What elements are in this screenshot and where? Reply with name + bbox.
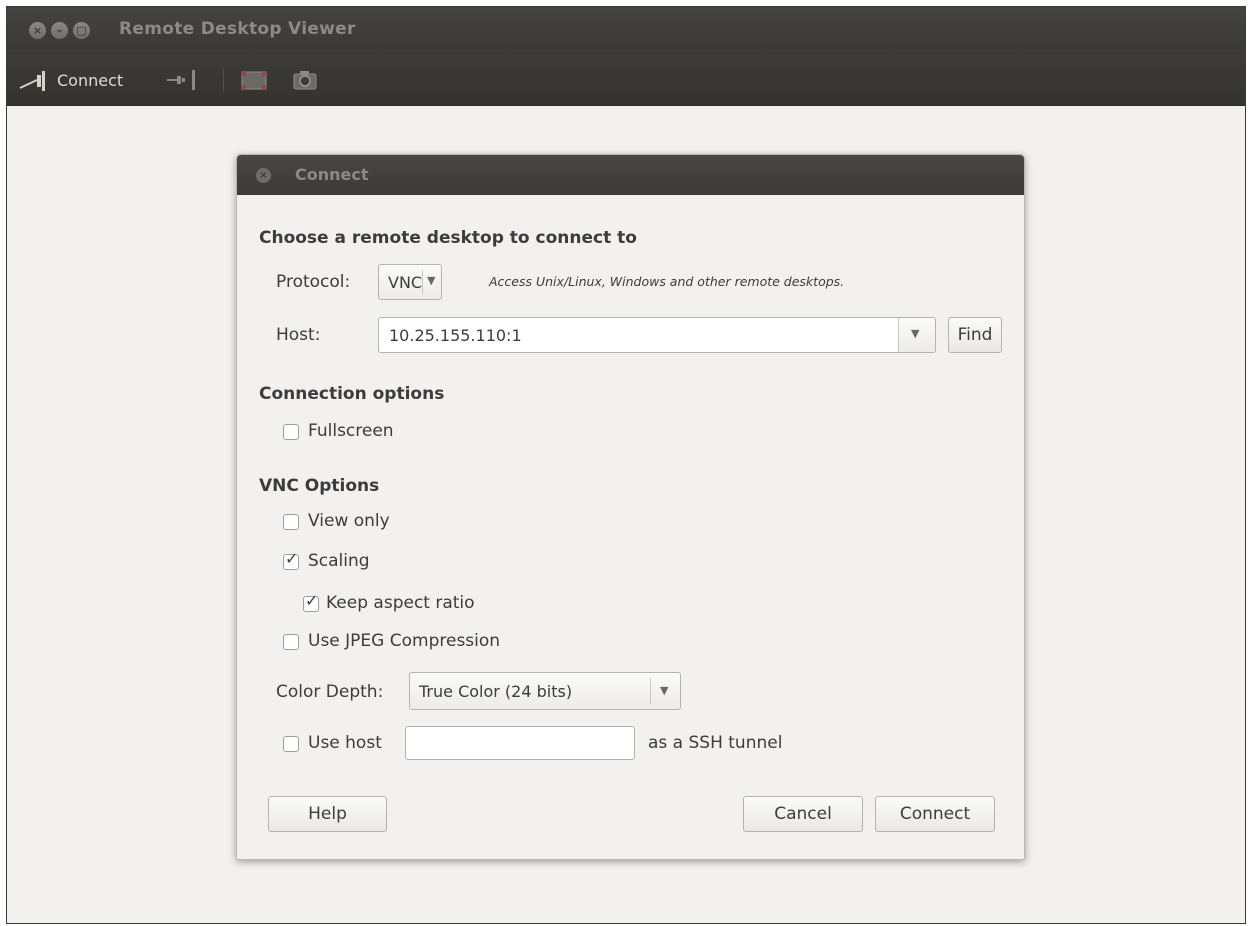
view-only-checkbox[interactable] — [283, 514, 299, 530]
keep-aspect-ratio-label: Keep aspect ratio — [326, 593, 475, 613]
screenshot-icon — [293, 71, 317, 90]
toolbar-separator — [223, 69, 224, 91]
checkmark-icon: ✓ — [305, 591, 319, 610]
toolbar: Connect — [7, 55, 1245, 106]
jpeg-compression-label: Use JPEG Compression — [308, 631, 501, 651]
scaling-label: Scaling — [308, 551, 370, 571]
checkmark-icon: ✓ — [285, 549, 299, 568]
use-host-checkbox[interactable] — [283, 736, 299, 752]
color-depth-label: Color Depth: — [276, 682, 384, 702]
connect-plug-icon — [19, 71, 45, 91]
window-title: Remote Desktop Viewer — [119, 19, 356, 39]
host-label: Host: — [276, 325, 321, 345]
fullscreen-icon — [241, 71, 267, 90]
view-only-label: View only — [308, 511, 390, 531]
protocol-value: VNC — [388, 273, 423, 292]
dialog-heading: Choose a remote desktop to connect to — [259, 228, 637, 248]
toolbar-disconnect-button[interactable] — [165, 55, 205, 105]
protocol-hint: Access Unix/Linux, Windows and other rem… — [489, 274, 845, 289]
fullscreen-checkbox[interactable] — [283, 424, 299, 440]
vnc-options-heading: VNC Options — [259, 476, 380, 496]
connect-dialog: × Connect Choose a remote desktop to con… — [236, 154, 1025, 860]
ssh-host-input[interactable] — [405, 726, 635, 760]
help-button[interactable]: Help — [268, 796, 387, 832]
chevron-down-icon: ▼ — [427, 274, 436, 287]
color-depth-combo[interactable]: True Color (24 bits) ▼ — [409, 672, 681, 710]
maximize-window-icon[interactable]: □ — [73, 22, 90, 39]
color-depth-value: True Color (24 bits) — [419, 682, 573, 701]
chevron-down-icon: ▼ — [911, 327, 920, 340]
cancel-button[interactable]: Cancel — [743, 796, 863, 832]
dialog-title: Connect — [295, 165, 369, 184]
fullscreen-label: Fullscreen — [308, 421, 394, 441]
ssh-tunnel-label: as a SSH tunnel — [648, 733, 783, 753]
dialog-close-icon[interactable]: × — [256, 168, 271, 183]
protocol-label: Protocol: — [276, 272, 351, 292]
use-host-label: Use host — [308, 733, 382, 753]
connect-button[interactable]: Connect — [875, 796, 995, 832]
host-dropdown-button[interactable]: ▼ — [898, 318, 935, 352]
jpeg-compression-checkbox[interactable] — [283, 634, 299, 650]
window-titlebar[interactable]: × – □ Remote Desktop Viewer — [7, 7, 1245, 55]
protocol-combo[interactable]: VNC ▼ — [378, 264, 442, 300]
disconnect-plug-icon — [167, 70, 195, 90]
close-window-icon[interactable]: × — [29, 22, 46, 39]
keep-aspect-ratio-checkbox[interactable]: ✓ — [303, 591, 319, 612]
host-combo-entry[interactable]: 10.25.155.110:1 ▼ — [378, 317, 936, 353]
toolbar-fullscreen-button[interactable] — [239, 55, 269, 105]
chevron-down-icon: ▼ — [660, 684, 669, 697]
dialog-titlebar[interactable]: × Connect — [237, 155, 1024, 195]
scaling-checkbox[interactable]: ✓ — [283, 549, 299, 570]
toolbar-connect-button[interactable]: Connect — [19, 55, 123, 105]
connection-options-heading: Connection options — [259, 384, 445, 404]
toolbar-screenshot-button[interactable] — [290, 55, 320, 105]
minimize-window-icon[interactable]: – — [51, 22, 68, 39]
toolbar-connect-label: Connect — [57, 70, 124, 90]
find-button[interactable]: Find — [948, 317, 1002, 353]
host-value: 10.25.155.110:1 — [389, 326, 522, 345]
